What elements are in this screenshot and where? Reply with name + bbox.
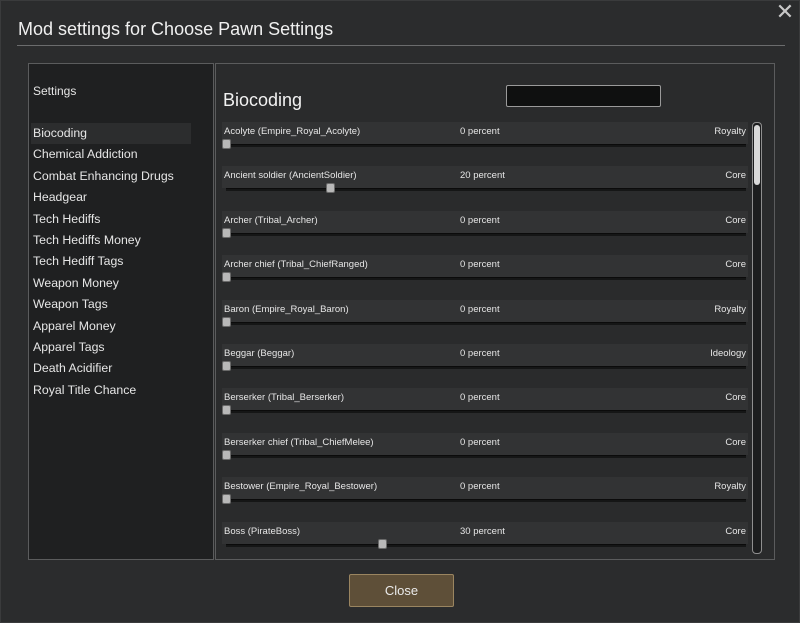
slider-track[interactable] [226, 232, 746, 236]
slider-thumb[interactable] [222, 272, 231, 283]
close-button[interactable]: Close [349, 574, 454, 607]
sidebar-item[interactable]: Apparel Tags [31, 337, 191, 358]
setting-percent: 0 percent [460, 303, 500, 315]
slider-track[interactable] [226, 277, 746, 281]
setting-row: Ancient soldier (AncientSoldier) 20 perce… [222, 166, 748, 210]
setting-source: Core [725, 525, 746, 537]
mod-settings-window: ✕ Mod settings for Choose Pawn Settings … [0, 0, 800, 623]
setting-row: Archer chief (Tribal_ChiefRanged) 0 perce… [222, 255, 748, 299]
sidebar-item[interactable]: Royal Title Chance [31, 380, 191, 401]
setting-source: Core [725, 214, 746, 226]
setting-name: Ancient soldier (AncientSoldier) [224, 170, 357, 182]
sidebar-item[interactable]: Death Acidifier [31, 358, 191, 379]
setting-source: Core [725, 259, 746, 271]
setting-percent: 0 percent [460, 259, 500, 271]
slider-track[interactable] [226, 188, 746, 192]
slider-thumb[interactable] [222, 139, 231, 149]
close-icon[interactable]: ✕ [775, 2, 795, 24]
setting-row: Acolyte (Empire_Royal_Acolyte) 0 percent R… [222, 122, 748, 166]
window-title: Mod settings for Choose Pawn Settings [18, 19, 334, 39]
slider-thumb[interactable] [222, 316, 231, 327]
setting-percent: 0 percent [460, 481, 500, 493]
sidebar-item[interactable]: Biocoding [31, 123, 191, 145]
setting-percent: 0 percent [460, 126, 500, 137]
setting-percent: 0 percent [460, 214, 500, 226]
setting-percent: 30 percent [460, 525, 505, 537]
setting-row: Bestower (Empire_Royal_Bestower) 0 percen… [222, 477, 748, 521]
setting-percent: 0 percent [460, 347, 500, 359]
slider-thumb[interactable] [222, 360, 231, 371]
settings-content: Biocoding Acolyte (Empire_Royal_Acolyte)… [215, 63, 775, 560]
slider-thumb[interactable] [222, 227, 231, 238]
sidebar-item[interactable]: Weapon Money [31, 273, 191, 294]
sidebar-list: Biocoding Chemical Addiction Combat Enhanc… [31, 123, 191, 401]
setting-row: Berserker chief (Tribal_ChiefMelee) 0 per… [222, 432, 748, 477]
setting-source: Royalty [714, 303, 746, 315]
slider-thumb[interactable] [222, 449, 231, 460]
slider-thumb[interactable] [378, 538, 387, 549]
setting-name: Bestower (Empire_Royal_Bestower) [224, 481, 378, 493]
sidebar-item[interactable]: Apparel Money [31, 316, 191, 337]
slider-track[interactable] [226, 144, 746, 147]
setting-source: Core [725, 170, 746, 182]
setting-row: Boss (PirateBoss) 30 percent Core [222, 521, 748, 554]
setting-name: Boss (PirateBoss) [224, 525, 301, 537]
sidebar-item[interactable]: Combat Enhancing Drugs [31, 166, 191, 187]
setting-source: Royalty [714, 126, 746, 137]
slider-track[interactable] [226, 499, 746, 503]
setting-name: Baron (Empire_Royal_Baron) [224, 303, 349, 315]
setting-row: Beggar (Beggar) 0 percent Ideology [222, 343, 748, 388]
slider-thumb[interactable] [326, 183, 335, 194]
setting-name: Archer chief (Tribal_ChiefRanged) [224, 259, 368, 271]
slider-thumb[interactable] [222, 494, 231, 505]
sidebar-item[interactable]: Weapon Tags [31, 294, 191, 315]
sidebar-header: Settings [33, 84, 77, 98]
slider-track[interactable] [226, 410, 746, 414]
settings-rows: Acolyte (Empire_Royal_Acolyte) 0 percent R… [222, 122, 748, 554]
title-divider [17, 45, 785, 46]
setting-name: Acolyte (Empire_Royal_Acolyte) [224, 126, 361, 137]
setting-percent: 0 percent [460, 436, 500, 448]
scrollbar[interactable] [752, 122, 762, 554]
setting-name: Berserker chief (Tribal_ChiefMelee) [224, 436, 374, 448]
slider-track[interactable] [226, 543, 746, 547]
sidebar-item[interactable]: Chemical Addiction [31, 144, 191, 165]
slider-track[interactable] [226, 454, 746, 458]
settings-sidebar: Settings Biocoding Chemical Addiction Comb… [28, 63, 214, 560]
slider-track[interactable] [226, 321, 746, 325]
setting-source: Ideology [710, 347, 746, 359]
sidebar-item[interactable]: Tech Hediffs Money [31, 230, 191, 251]
section-title: Biocoding [223, 90, 303, 110]
setting-name: Archer (Tribal_Archer) [224, 214, 318, 226]
setting-percent: 20 percent [460, 170, 505, 182]
setting-row: Baron (Empire_Royal_Baron) 0 percent Royal… [222, 299, 748, 344]
scrollbar-thumb[interactable] [754, 125, 760, 185]
search-input[interactable] [506, 85, 661, 107]
sidebar-item[interactable]: Tech Hediff Tags [31, 251, 191, 272]
setting-percent: 0 percent [460, 392, 500, 404]
sidebar-item[interactable]: Headgear [31, 187, 191, 208]
setting-source: Royalty [714, 481, 746, 493]
setting-name: Beggar (Beggar) [224, 347, 295, 359]
slider-thumb[interactable] [222, 405, 231, 416]
setting-row: Archer (Tribal_Archer) 0 percent Core [222, 210, 748, 255]
setting-row: Berserker (Tribal_Berserker) 0 percent Cor… [222, 388, 748, 432]
slider-track[interactable] [226, 365, 746, 369]
sidebar-item[interactable]: Tech Hediffs [31, 209, 191, 230]
setting-source: Core [725, 392, 746, 404]
setting-name: Berserker (Tribal_Berserker) [224, 392, 345, 404]
setting-source: Core [725, 436, 746, 448]
